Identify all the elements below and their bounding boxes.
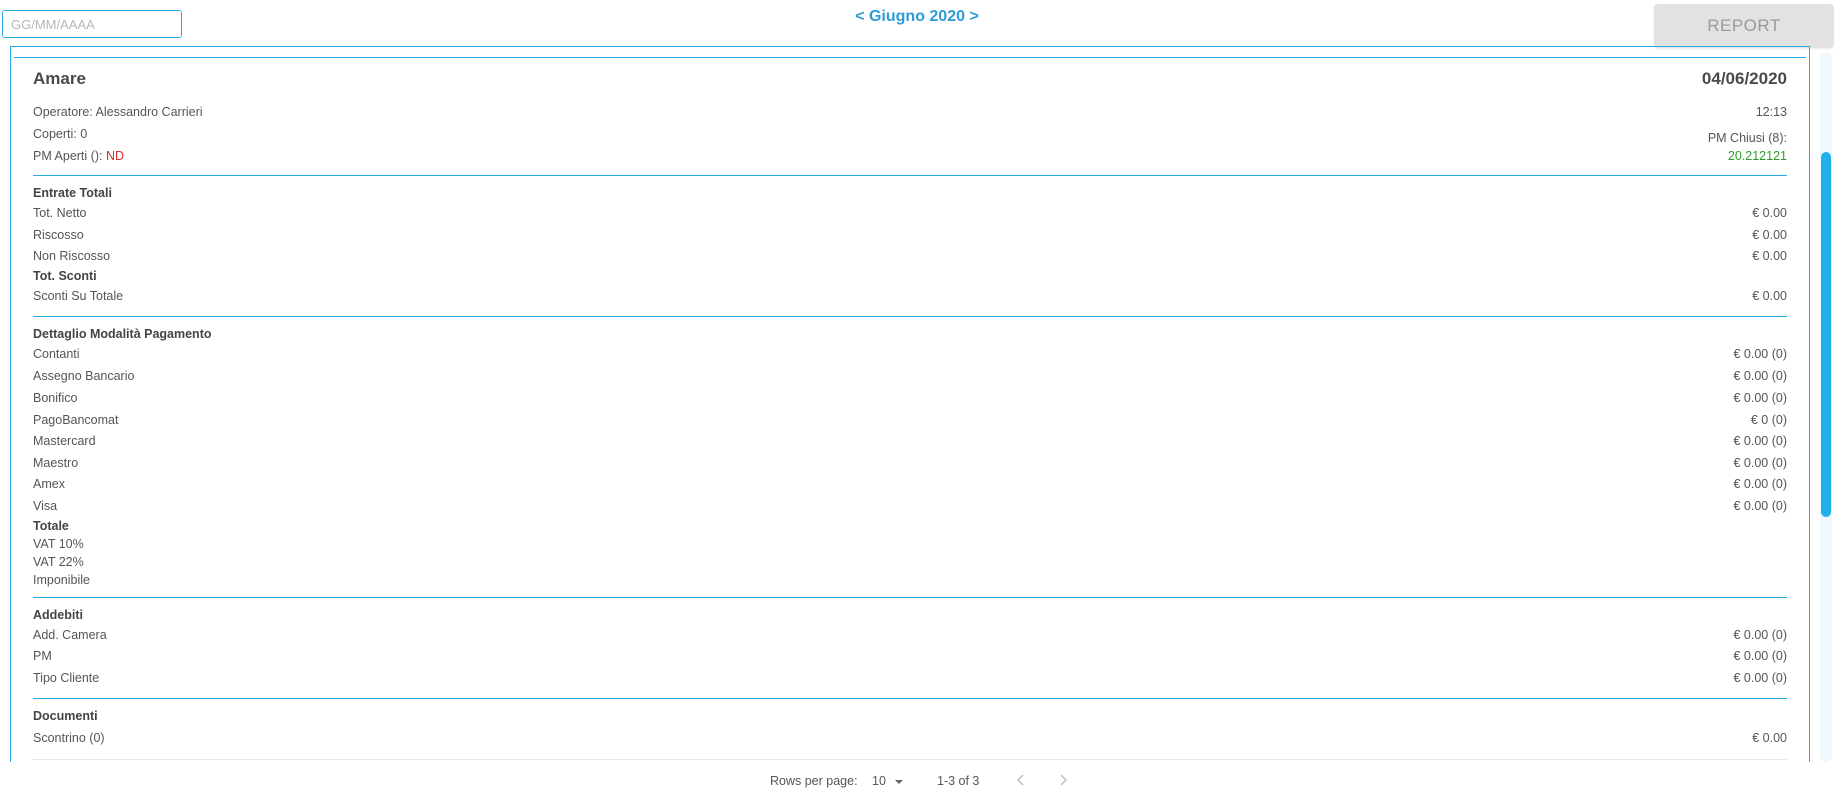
list-end-divider [33,759,1787,760]
payment-row-value: € 0.00 (0) [1733,391,1787,405]
entrate-title: Entrate Totali [33,186,112,200]
report-date: 04/06/2020 [1701,69,1787,88]
documenti-title: Documenti [33,709,98,723]
payment-row-label: Mastercard [33,434,96,448]
section-divider [33,175,1787,176]
payment-row-label: Maestro [33,456,79,470]
rows-per-page-value: 10 [872,774,886,788]
pm-closed-label: PM Chiusi (8): [1707,131,1787,145]
totale-row-label: Imponibile [33,573,90,587]
addebiti-row-label: PM [33,649,52,663]
pm-closed-value: 20.212121 [1727,149,1787,163]
addebiti-title: Addebiti [33,608,83,622]
payment-row-label: Visa [33,499,58,513]
entrate-row-label: Non Riscosso [33,249,111,263]
chevron-down-icon [895,779,904,784]
sconti-row-label: Sconti Su Totale [33,289,124,303]
payment-row-label: Assegno Bancario [33,369,135,383]
payment-row-label: PagoBancomat [33,413,119,427]
entrate-row-value: € 0.00 [1752,228,1787,242]
addebiti-row-label: Add. Camera [33,628,107,642]
sconti-row-value: € 0.00 [1752,289,1787,303]
addebiti-row-value: € 0.00 (0) [1733,671,1787,685]
payment-row-value: € 0.00 (0) [1733,434,1787,448]
payment-row-value: € 0 (0) [1750,413,1787,427]
totale-row-label: VAT 22% [33,555,84,569]
pagamenti-title: Dettaglio Modalità Pagamento [33,327,212,341]
sconti-title: Tot. Sconti [33,269,97,283]
covers-label: Coperti: 0 [33,127,88,141]
entrate-row-value: € 0.00 [1752,249,1787,263]
date-picker [2,10,182,38]
date-input[interactable] [3,11,181,37]
entrate-row-label: Tot. Netto [33,206,87,220]
payment-row-value: € 0.00 (0) [1733,477,1787,491]
section-divider [33,316,1787,317]
report-card [14,57,1806,762]
report-button[interactable]: REPORT [1654,4,1834,48]
addebiti-row-value: € 0.00 (0) [1733,649,1787,663]
documenti-row-value: € 0.00 [1752,731,1787,745]
addebiti-row-label: Tipo Cliente [33,671,100,685]
month-label[interactable]: < Giugno 2020 > [855,8,979,25]
entrate-row-value: € 0.00 [1752,206,1787,220]
rows-per-page-select[interactable]: 10 [872,774,904,788]
next-page-button[interactable] [1055,772,1071,788]
chevron-left-icon [1016,774,1024,786]
pm-open-row: PM Aperti (): ND [33,149,124,163]
payment-row-value: € 0.00 (0) [1733,499,1787,513]
page-range: 1-3 of 3 [937,774,980,788]
pm-open-value: ND [105,149,125,163]
payment-row-label: Bonifico [33,391,78,405]
totale-row-label: VAT 10% [33,537,84,551]
operator-label: Operatore: Alessandro Carrieri [33,105,203,119]
scrollbar-thumb[interactable] [1821,152,1831,517]
payment-row-value: € 0.00 (0) [1733,456,1787,470]
totale-title: Totale [33,519,69,533]
addebiti-row-value: € 0.00 (0) [1733,628,1787,642]
payment-row-label: Amex [33,477,65,491]
pm-open-label: PM Aperti (): [33,149,103,163]
section-divider [33,698,1787,699]
payment-row-value: € 0.00 (0) [1733,347,1787,361]
prev-page-button[interactable] [1013,772,1029,788]
chevron-right-icon [1060,774,1068,786]
payment-row-label: Contanti [33,347,80,361]
entrate-row-label: Riscosso [33,228,84,242]
documenti-row-label: Scontrino (0) [33,731,105,745]
venue-title: Amare [33,69,86,88]
section-divider [33,597,1787,598]
rows-per-page-label: Rows per page: [770,774,858,788]
frame-top-rule [10,46,1810,47]
month-navigator: < Giugno 2020 > [0,8,1834,26]
report-time: 12:13 [1755,105,1787,119]
payment-row-value: € 0.00 (0) [1733,369,1787,383]
